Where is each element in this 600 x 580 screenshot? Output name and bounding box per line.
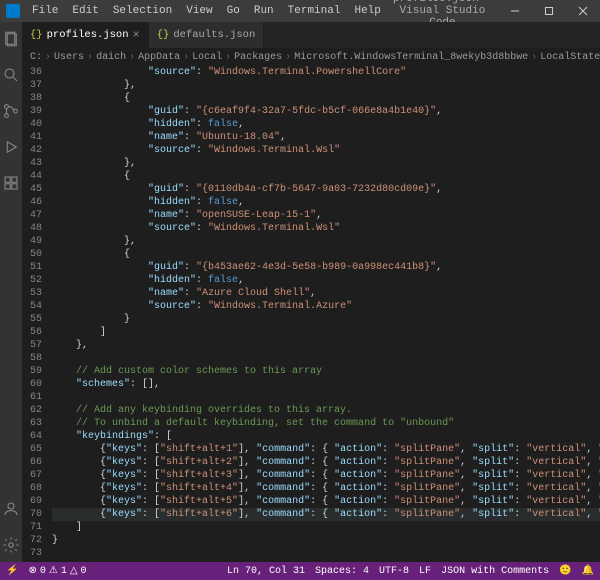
menu-help[interactable]: Help <box>348 3 386 19</box>
editor-tabs: {} profiles.json × {} defaults.json ▫▫ ⋯ <box>22 22 600 48</box>
accounts-icon[interactable] <box>0 498 22 520</box>
explorer-icon[interactable] <box>0 28 22 50</box>
breadcrumb-segment[interactable]: Microsoft.WindowsTerminal_8wekyb3d8bbwe <box>294 52 528 63</box>
cursor-position[interactable]: Ln 70, Col 31 <box>227 566 305 577</box>
breadcrumb-segment[interactable]: Local <box>192 52 222 63</box>
menu-bar: File Edit Selection View Go Run Terminal… <box>6 3 387 19</box>
main-area: {} profiles.json × {} defaults.json ▫▫ ⋯… <box>0 22 600 562</box>
chevron-right-icon: › <box>225 52 231 63</box>
json-file-icon: {} <box>30 29 43 41</box>
window-controls <box>498 0 600 22</box>
chevron-right-icon: › <box>45 52 51 63</box>
chevron-right-icon: › <box>183 52 189 63</box>
remote-indicator[interactable]: ⚡ <box>6 565 18 577</box>
menu-go[interactable]: Go <box>221 3 246 19</box>
maximize-button[interactable] <box>532 0 566 22</box>
line-numbers: 3637383940414243444546474849505152535455… <box>22 66 52 562</box>
eol[interactable]: LF <box>419 566 431 577</box>
run-debug-icon[interactable] <box>0 136 22 158</box>
notifications-icon[interactable]: 🔔 <box>582 565 594 577</box>
tab-label: profiles.json <box>47 29 129 41</box>
breadcrumb-segment[interactable]: Users <box>54 52 84 63</box>
minimize-button[interactable] <box>498 0 532 22</box>
problems-indicator[interactable]: ⊗ 0 ⚠ 1 △ 0 <box>28 565 86 577</box>
title-bar: File Edit Selection View Go Run Terminal… <box>0 0 600 22</box>
encoding[interactable]: UTF-8 <box>379 566 409 577</box>
menu-file[interactable]: File <box>26 3 64 19</box>
tab-defaults[interactable]: {} defaults.json <box>149 22 265 48</box>
close-button[interactable] <box>566 0 600 22</box>
close-tab-icon[interactable]: × <box>133 28 140 42</box>
breadcrumb[interactable]: C: › Users › daich › AppData › Local › P… <box>22 48 600 66</box>
language-mode[interactable]: JSON with Comments <box>441 566 549 577</box>
menu-run[interactable]: Run <box>248 3 280 19</box>
status-bar: ⚡ ⊗ 0 ⚠ 1 △ 0 Ln 70, Col 31 Spaces: 4 UT… <box>0 562 600 580</box>
breadcrumb-segment[interactable]: daich <box>96 52 126 63</box>
menu-selection[interactable]: Selection <box>107 3 178 19</box>
chevron-right-icon: › <box>87 52 93 63</box>
source-control-icon[interactable] <box>0 100 22 122</box>
chevron-right-icon: › <box>129 52 135 63</box>
extensions-icon[interactable] <box>0 172 22 194</box>
search-icon[interactable] <box>0 64 22 86</box>
breadcrumb-segment[interactable]: AppData <box>138 52 180 63</box>
chevron-right-icon: › <box>531 52 537 63</box>
json-file-icon: {} <box>157 29 170 41</box>
tab-profiles[interactable]: {} profiles.json × <box>22 22 149 48</box>
feedback-icon[interactable]: 🙂 <box>559 565 571 577</box>
breadcrumb-segment[interactable]: Packages <box>234 52 282 63</box>
menu-terminal[interactable]: Terminal <box>282 3 347 19</box>
indentation[interactable]: Spaces: 4 <box>315 566 369 577</box>
code-content[interactable]: "source": "Windows.Terminal.PowershellCo… <box>52 66 600 562</box>
vscode-logo-icon <box>6 4 20 18</box>
editor-area: {} profiles.json × {} defaults.json ▫▫ ⋯… <box>22 22 600 562</box>
chevron-right-icon: › <box>285 52 291 63</box>
menu-view[interactable]: View <box>180 3 218 19</box>
activity-bar <box>0 22 22 562</box>
menu-edit[interactable]: Edit <box>66 3 104 19</box>
breadcrumb-segment[interactable]: LocalState <box>540 52 600 63</box>
breadcrumb-segment[interactable]: C: <box>30 52 42 63</box>
code-editor[interactable]: 3637383940414243444546474849505152535455… <box>22 66 600 562</box>
settings-gear-icon[interactable] <box>0 534 22 556</box>
tab-label: defaults.json <box>173 29 255 41</box>
